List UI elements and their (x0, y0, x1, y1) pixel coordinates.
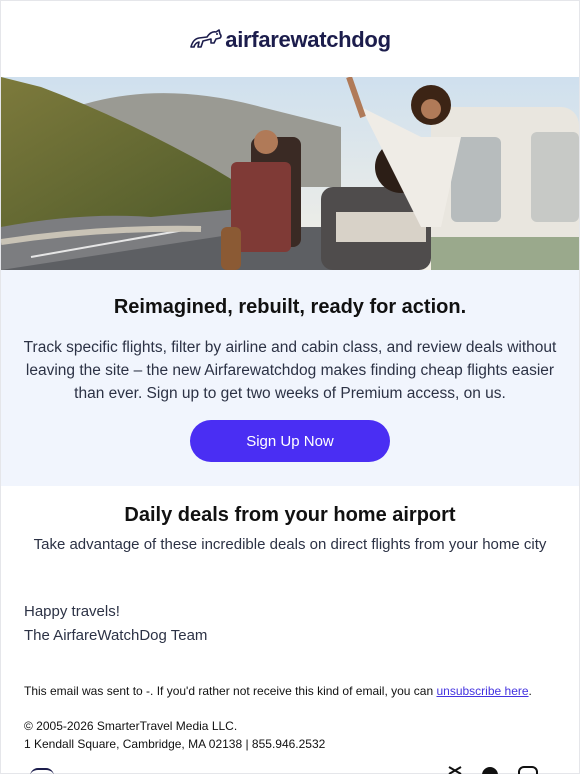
deals-subheading: Take advantage of these incredible deals… (33, 536, 547, 553)
dog-icon (190, 28, 223, 48)
legal-suffix: . (528, 684, 532, 698)
legal-notice: This email was sent to -. If you'd rathe… (24, 684, 532, 698)
facebook-icon[interactable] (479, 766, 501, 774)
promo-body: Track specific flights, filter by airlin… (23, 339, 557, 402)
sign-up-button[interactable]: Sign Up Now (190, 420, 390, 462)
company-info: © 2005-2026 SmarterTravel Media LLC. 1 K… (24, 717, 325, 753)
signoff-team: The AirfareWatchDog Team (24, 627, 208, 644)
signoff-greeting: Happy travels! (24, 603, 120, 620)
footer-logo[interactable] (30, 768, 54, 774)
deals-heading: Daily deals from your home airport (124, 504, 456, 526)
unsubscribe-link[interactable]: unsubscribe here (436, 684, 528, 698)
x-icon[interactable] (444, 766, 466, 774)
brand-wordmark: airfarewatchdog (225, 26, 391, 52)
promo-section: Reimagined, rebuilt, ready for action. T… (1, 270, 579, 486)
promo-headline: Reimagined, rebuilt, ready for action. (113, 296, 467, 318)
copyright: © 2005-2026 SmarterTravel Media LLC. (24, 719, 238, 733)
instagram-icon[interactable] (517, 766, 539, 774)
brand-logo[interactable]: airfarewatchdog (189, 26, 391, 52)
email-header: airfarewatchdog (1, 0, 579, 77)
address: 1 Kendall Square, Cambridge, MA 02138 | … (24, 737, 326, 751)
legal-sent-text: This email was sent to -. If you'd rathe… (24, 684, 437, 698)
signoff: Happy travels! The AirfareWatchDog Team (24, 600, 207, 648)
footer-bar (24, 766, 556, 774)
hero-image (1, 77, 579, 270)
